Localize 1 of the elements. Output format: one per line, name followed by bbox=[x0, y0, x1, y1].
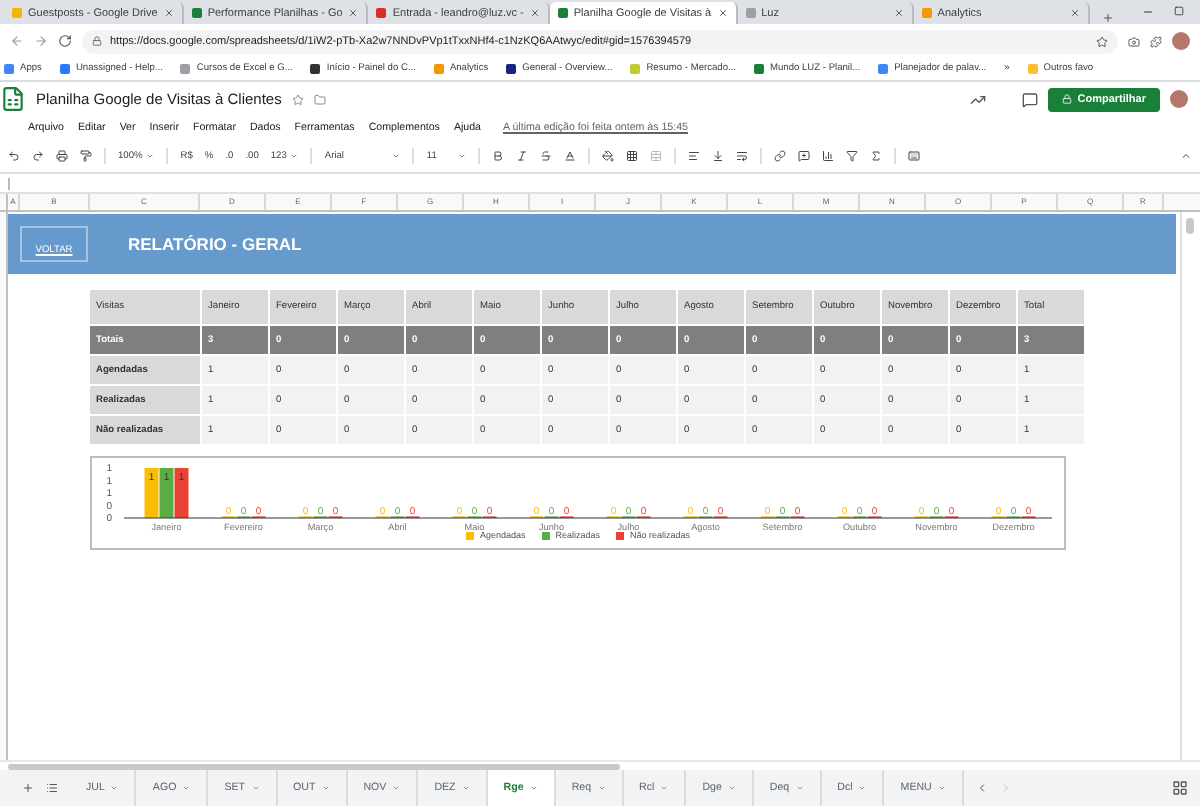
report-title: RELATÓRIO - GERAL bbox=[128, 234, 302, 254]
